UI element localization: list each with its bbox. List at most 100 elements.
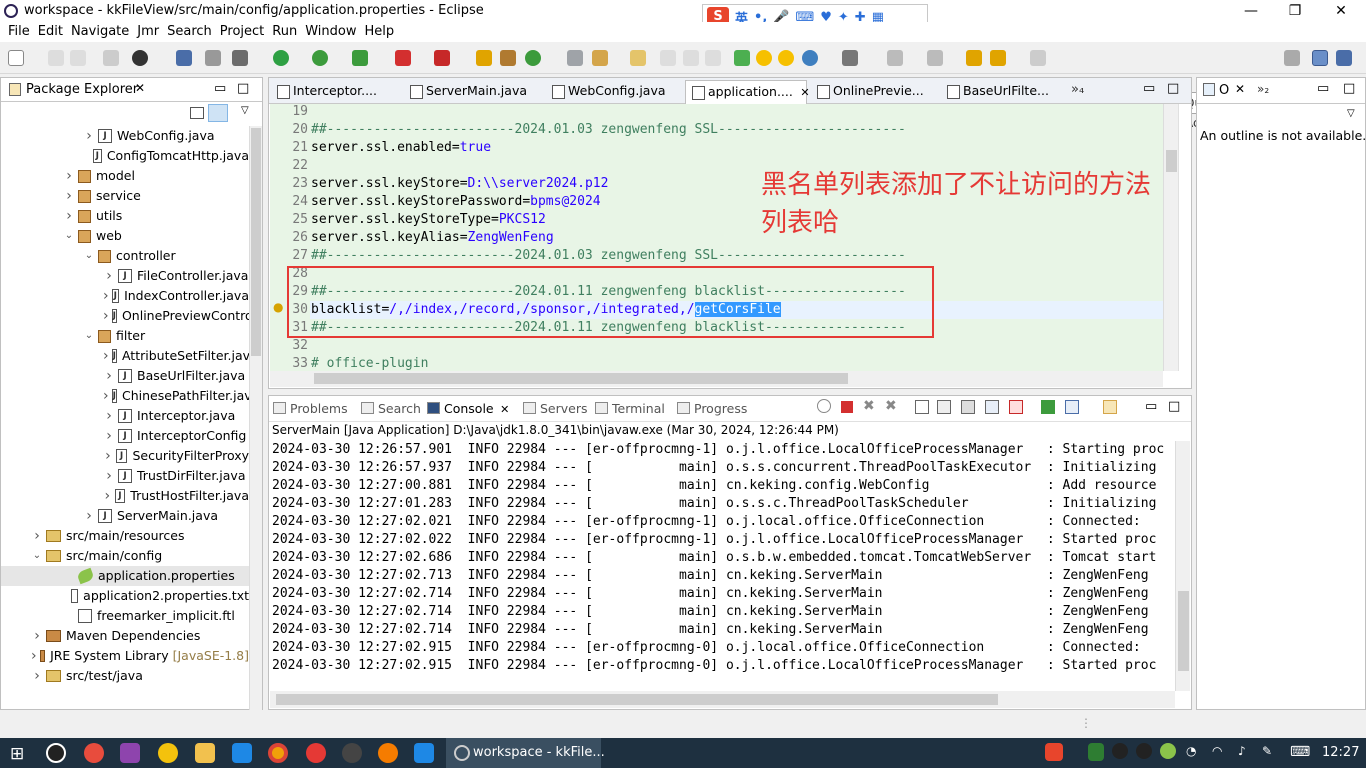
maximize-view-icon[interactable]: □ (1168, 399, 1180, 414)
pin-console-icon[interactable] (1041, 400, 1055, 414)
open-console-icon[interactable] (1103, 400, 1117, 414)
package-explorer-scrollbar[interactable] (249, 126, 262, 710)
keyboard-tray-icon[interactable]: ⌨ (1290, 744, 1310, 760)
qq-tray-icon[interactable] (1112, 743, 1128, 759)
chevron-right-icon[interactable]: › (103, 346, 109, 366)
chevron-right-icon[interactable]: › (63, 166, 75, 186)
editor-tab[interactable]: Interceptor.... (271, 80, 401, 104)
java-perspective-icon[interactable] (1336, 50, 1352, 66)
tree-item[interactable]: › J TrustDirFilter.java (1, 466, 249, 486)
web-browser-icon[interactable] (802, 50, 818, 66)
run-icon[interactable] (273, 50, 289, 66)
warning-marker-icon[interactable]: ● (273, 300, 283, 314)
open-perspective-icon[interactable] (1284, 50, 1300, 66)
tree-item[interactable]: › J BaseUrlFilter.java (1, 366, 249, 386)
tree-item[interactable]: › J FileController.java (1, 266, 249, 286)
display-console-icon[interactable] (1065, 400, 1079, 414)
tree-item[interactable]: › J ServerMain.java (1, 506, 249, 526)
tree-item[interactable]: › J AttributeSetFilter.java (1, 346, 249, 366)
tree-item[interactable]: J ConfigTomcatHttp.java (1, 146, 249, 166)
server-icon[interactable] (434, 50, 450, 66)
code-line[interactable]: server.ssl.keyStorePassword=bpms@2024 (311, 193, 601, 211)
java-ee-perspective-icon[interactable] (1312, 50, 1328, 66)
chevron-right-icon[interactable]: › (31, 526, 43, 546)
pen-tray-icon[interactable]: ✎ (1262, 744, 1272, 758)
tip-icon[interactable] (778, 50, 794, 66)
tree-item[interactable]: › JRE System Library [JavaSE-1.8] (1, 646, 249, 666)
console-vscroll-thumb[interactable] (1178, 591, 1189, 671)
next-annotation-icon[interactable] (842, 50, 858, 66)
save-icon[interactable] (48, 50, 64, 66)
maximize-view-icon[interactable]: □ (1343, 81, 1355, 96)
editor-tab[interactable]: application.... ✕ (685, 80, 810, 104)
tree-item[interactable]: › J IndexController.java (1, 286, 249, 306)
scroll-thumb[interactable] (251, 128, 261, 356)
qq2-tray-icon[interactable] (1136, 743, 1152, 759)
terminal-icon[interactable] (176, 50, 192, 66)
chevron-right-icon[interactable]: › (83, 506, 95, 526)
toggle-mark-icon[interactable] (660, 50, 676, 66)
chevron-right-icon[interactable]: › (31, 646, 37, 666)
debug-profile-icon[interactable] (132, 50, 148, 66)
new-class-icon[interactable] (525, 50, 541, 66)
maximize-view-icon[interactable]: □ (237, 81, 249, 96)
cloud-icon[interactable] (414, 743, 434, 763)
chrome-icon[interactable] (268, 743, 288, 763)
menu-jmr[interactable]: Jmr (135, 22, 165, 42)
close-icon[interactable]: ✕ (797, 86, 809, 99)
refresh-icon[interactable] (817, 399, 831, 413)
outlook-icon[interactable] (232, 743, 252, 763)
forward-nav-icon[interactable] (990, 50, 1006, 66)
chevron-right-icon[interactable]: › (103, 406, 115, 426)
code-line[interactable]: ##------------------------2024.01.03 zen… (311, 247, 906, 265)
chevron-right-icon[interactable]: › (31, 626, 43, 646)
tree-item[interactable]: › J InterceptorConfig (1, 426, 249, 446)
console-tab-terminal[interactable]: Terminal (595, 400, 665, 420)
chevron-right-icon[interactable]: › (103, 306, 109, 326)
new-package-icon[interactable] (500, 50, 516, 66)
menu-navigate[interactable]: Navigate (69, 22, 135, 42)
tree-item[interactable]: › J Interceptor.java (1, 406, 249, 426)
browser-icon[interactable] (84, 743, 104, 763)
file-explorer-icon[interactable] (195, 743, 215, 763)
tree-item[interactable]: › utils (1, 206, 249, 226)
plugin-icon[interactable] (734, 50, 750, 66)
show-whitespace-icon[interactable] (683, 50, 699, 66)
tree-item[interactable]: › Maven Dependencies (1, 626, 249, 646)
console-hscroll-thumb[interactable] (276, 694, 998, 705)
chevron-right-icon[interactable]: › (103, 426, 115, 446)
obs-icon[interactable] (342, 743, 362, 763)
code-line[interactable]: server.ssl.keyStore=D:\\server2024.p12 (311, 175, 608, 193)
close-icon[interactable]: ✕ (135, 81, 145, 95)
last-edit-icon[interactable] (927, 50, 943, 66)
minimize-editor-icon[interactable]: ▭ (1143, 81, 1155, 96)
binary-icon[interactable] (103, 50, 119, 66)
chevron-right-icon[interactable]: › (63, 186, 75, 206)
new-java-project-icon[interactable] (476, 50, 492, 66)
chevron-right-icon[interactable]: › (103, 386, 109, 406)
outline-tab[interactable]: O (1219, 83, 1229, 98)
editor-hscrollbar[interactable] (270, 371, 1163, 387)
chevron-right-icon[interactable]: › (31, 666, 43, 686)
clear-console-icon[interactable] (915, 400, 929, 414)
console-output[interactable]: 2024-03-30 12:26:57.901 INFO 22984 --- [… (272, 441, 1177, 679)
forward-icon[interactable] (1030, 50, 1046, 66)
code-line[interactable]: server.ssl.keyStoreType=PKCS12 (311, 211, 546, 229)
view-menu-icon[interactable]: ▽ (241, 105, 249, 116)
menu-project[interactable]: Project (218, 22, 270, 42)
security-tray-icon[interactable] (1088, 743, 1104, 761)
wifi-tray-icon[interactable]: ◔ (1186, 744, 1196, 758)
chevron-right-icon[interactable]: › (63, 206, 75, 226)
network-tray-icon[interactable]: ◠ (1212, 744, 1222, 758)
console-tab-progress[interactable]: Progress (677, 400, 747, 420)
minimize-view-icon[interactable]: ▭ (1317, 81, 1329, 96)
word-wrap-icon[interactable] (961, 400, 975, 414)
menu-run[interactable]: Run (270, 22, 303, 42)
editor-tab[interactable]: OnlinePrevie... (811, 80, 939, 104)
chrome-alt-icon[interactable] (158, 743, 178, 763)
console-tab-servers[interactable]: Servers (523, 400, 588, 420)
open-type-icon[interactable] (567, 50, 583, 66)
update-tray-icon[interactable] (1160, 743, 1176, 759)
minimize-view-icon[interactable]: ▭ (214, 81, 226, 96)
chevron-down-icon[interactable]: ⌄ (83, 326, 95, 346)
